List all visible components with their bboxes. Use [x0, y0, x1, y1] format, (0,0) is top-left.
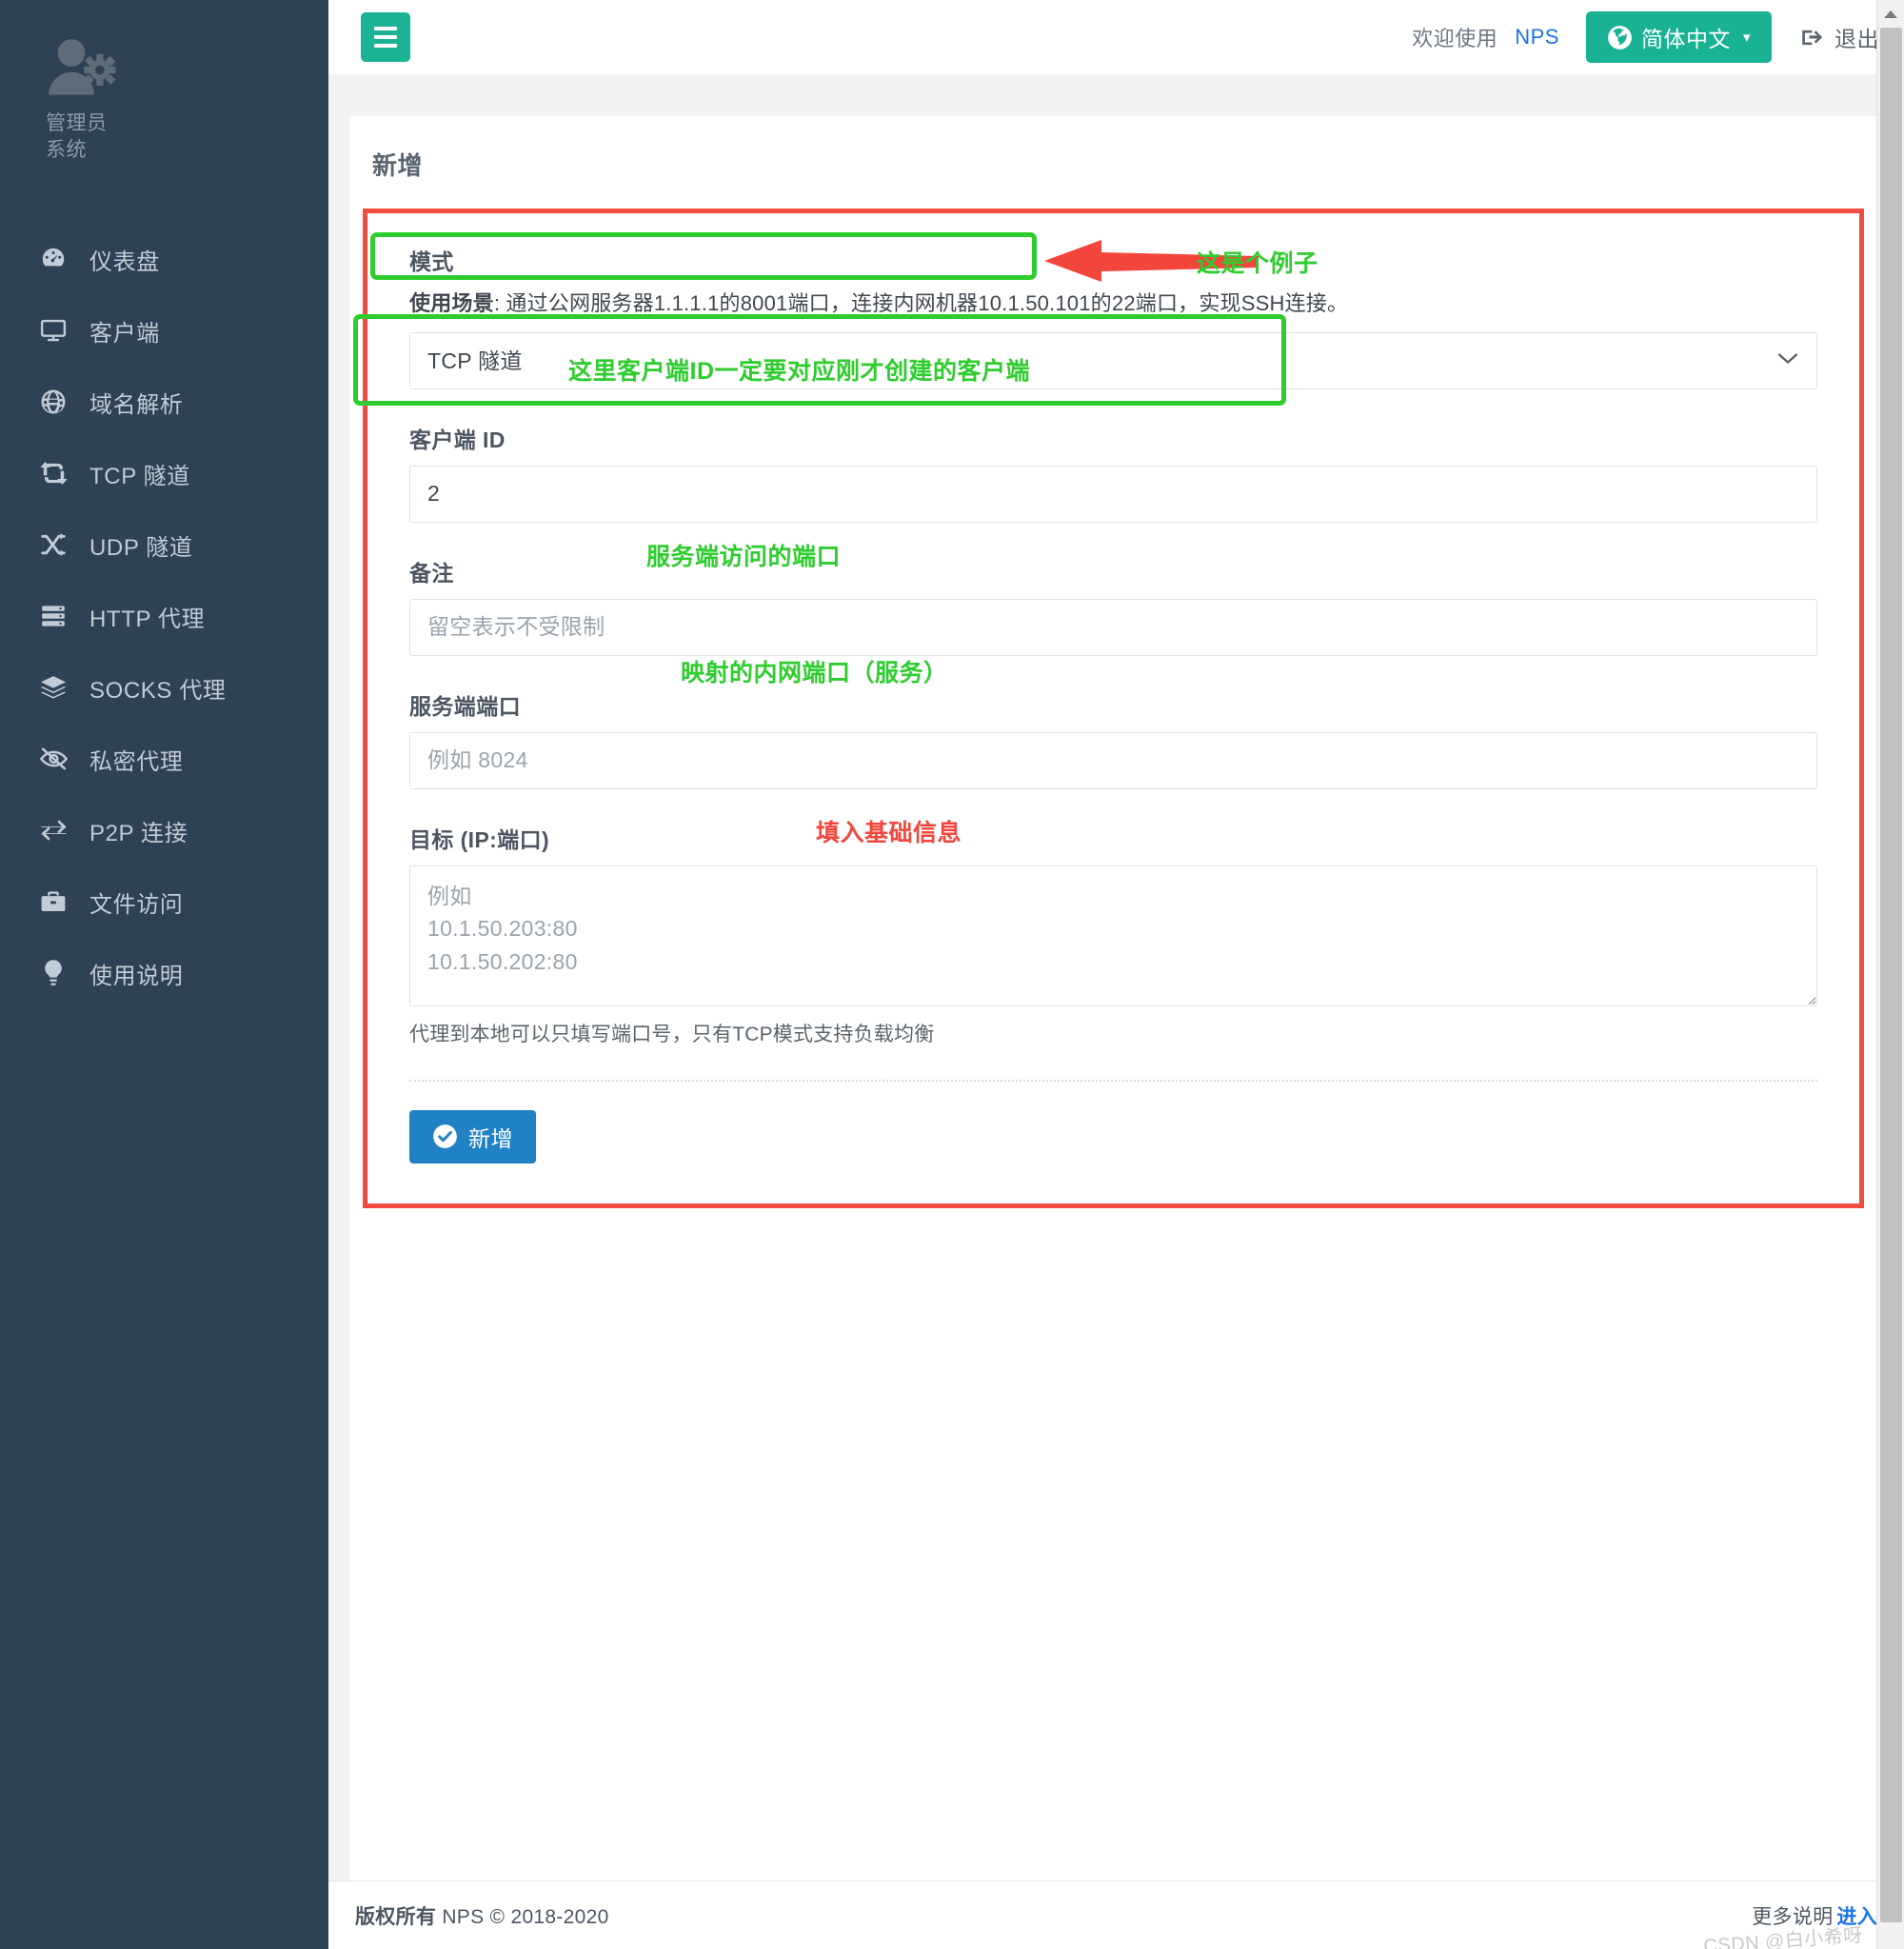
sidebar-item-label: 仪表盘: [89, 249, 160, 275]
client-id-input[interactable]: [409, 465, 1817, 523]
sidebar-item-socks-proxy[interactable]: SOCKS 代理: [0, 652, 328, 724]
footer: 版权所有 NPS © 2018-2020 更多说明 进入 CSDN @白小希呀: [328, 1880, 1904, 1949]
sidebar-item-http-proxy[interactable]: HTTP 代理: [0, 581, 328, 652]
sidebar-profile: 管理员 系统: [0, 17, 328, 174]
field-client-id: 客户端 ID: [409, 422, 1817, 523]
sidebar-nav: 仪表盘 客户端 域名解析 TCP 隧道 UDP 隧道 HTTP 代理 SOCKS…: [0, 224, 328, 1009]
annotation-target-note: 映射的内网端口（服务）: [681, 659, 948, 686]
footer-copyright: 版权所有 NPS © 2018-2020: [355, 1901, 609, 1930]
user-gear-icon: [46, 38, 328, 97]
sidebar: 管理员 系统 仪表盘 客户端 域名解析 TCP 隧道 UDP 隧道 HTTP 代…: [0, 0, 328, 1949]
sidebar-item-client[interactable]: 客户端: [0, 295, 328, 367]
browser-scrollbar[interactable]: [1876, 0, 1904, 1949]
annotation-client-id-note: 这里客户端ID一定要对应刚才创建的客户端: [568, 357, 1031, 385]
lightbulb-icon: [32, 959, 74, 987]
sidebar-item-label: 域名解析: [89, 391, 184, 418]
sidebar-item-domain[interactable]: 域名解析: [0, 367, 328, 438]
profile-sub: 系统: [46, 139, 87, 162]
sidebar-item-private-proxy[interactable]: 私密代理: [0, 724, 328, 795]
sign-out-icon: [1800, 26, 1826, 50]
language-label: 简体中文: [1640, 27, 1731, 51]
remark-input[interactable]: [409, 598, 1817, 656]
dashboard-icon: [32, 245, 74, 273]
sidebar-item-udp-tunnel[interactable]: UDP 隧道: [0, 509, 328, 581]
sidebar-item-file-access[interactable]: 文件访问: [0, 866, 328, 938]
content-area: 新增 模式 使用场景: 通过公网服务器1.1.1.1的8001端口，连接内网机器…: [328, 74, 1904, 1880]
logout-label: 退出: [1835, 27, 1879, 51]
exchange-arrows-icon: [32, 459, 74, 487]
form-divider: [409, 1079, 1817, 1082]
scenario-prefix: 使用场景: [409, 290, 494, 315]
app-root: 管理员 系统 仪表盘 客户端 域名解析 TCP 隧道 UDP 隧道 HTTP 代…: [0, 0, 1904, 1949]
copyright-prefix: 版权所有: [355, 1905, 437, 1928]
target-label: 目标 (IP:端口): [409, 826, 550, 852]
topbar-right-group: 欢迎使用 NPS 简体中文 ▾ 退出: [1412, 11, 1879, 63]
scrollbar-up-arrow[interactable]: [1877, 0, 1904, 28]
chevron-down-icon: ▾: [1742, 29, 1751, 46]
globe-icon: [1607, 25, 1633, 50]
field-target: 目标 (IP:端口) 代理到本地可以只填写端口号，只有TCP模式支持负载均衡: [409, 822, 1817, 1047]
server-port-label: 服务端端口: [409, 693, 521, 719]
profile-name: 管理员: [46, 112, 108, 134]
scrollbar-thumb[interactable]: [1880, 28, 1902, 1922]
monitor-icon: [32, 316, 74, 345]
main-region: 欢迎使用 NPS 简体中文 ▾ 退出 新增 模式 使用场景: 通过公网服务器1.…: [328, 0, 1904, 1949]
mode-label: 模式: [409, 249, 454, 274]
target-hint: 代理到本地可以只填写端口号，只有TCP模式支持负载均衡: [409, 1023, 935, 1045]
sidebar-item-p2p[interactable]: P2P 连接: [0, 795, 328, 866]
logout-button[interactable]: 退出: [1800, 21, 1879, 53]
annotation-server-port-note: 服务端访问的端口: [646, 543, 842, 570]
transfer-icon: [32, 816, 74, 845]
sidebar-item-label: 私密代理: [89, 748, 184, 775]
sidebar-item-label: P2P 连接: [89, 820, 188, 846]
scenario-body: : 通过公网服务器1.1.1.1的8001端口，连接内网机器10.1.50.10…: [493, 290, 1349, 315]
submit-label: 新增: [468, 1125, 513, 1151]
sidebar-item-label: 文件访问: [89, 891, 184, 918]
field-server-port: 服务端端口: [409, 688, 1817, 789]
server-port-input[interactable]: [409, 731, 1817, 789]
briefcase-icon: [32, 887, 74, 916]
annotation-example-note: 这是个例子: [1197, 249, 1319, 277]
form-card: 新增 模式 使用场景: 通过公网服务器1.1.1.1的8001端口，连接内网机器…: [349, 115, 1883, 1880]
layers-icon: [32, 673, 74, 702]
eye-slash-icon: [32, 745, 74, 773]
client-id-label: 客户端 ID: [409, 427, 506, 452]
field-remark: 备注: [409, 555, 1817, 656]
target-textarea[interactable]: [409, 865, 1817, 1006]
globe-icon: [32, 388, 74, 416]
brand-link[interactable]: NPS: [1515, 25, 1559, 50]
shuffle-icon: [32, 530, 74, 559]
mode-scenario-text: 使用场景: 通过公网服务器1.1.1.1的8001端口，连接内网机器10.1.5…: [409, 288, 1817, 319]
sidebar-item-instructions[interactable]: 使用说明: [0, 938, 328, 1009]
sidebar-item-label: UDP 隧道: [89, 534, 193, 561]
sidebar-item-label: SOCKS 代理: [89, 677, 227, 704]
server-icon: [32, 602, 74, 630]
sidebar-item-label: TCP 隧道: [89, 463, 190, 489]
check-circle-icon: [432, 1124, 458, 1149]
welcome-text: 欢迎使用: [1412, 27, 1498, 50]
remark-label: 备注: [409, 560, 454, 586]
submit-button[interactable]: 新增: [409, 1109, 536, 1163]
copyright-text: NPS © 2018-2020: [442, 1905, 609, 1928]
language-selector[interactable]: 简体中文 ▾: [1585, 11, 1772, 63]
sidebar-item-tcp-tunnel[interactable]: TCP 隧道: [0, 438, 328, 509]
sidebar-item-label: 客户端: [89, 320, 160, 347]
sidebar-item-label: 使用说明: [89, 963, 184, 989]
page-title: 新增: [372, 150, 424, 180]
topbar: 欢迎使用 NPS 简体中文 ▾ 退出: [328, 0, 1904, 74]
sidebar-item-label: HTTP 代理: [89, 606, 206, 632]
annotation-basic-info-note: 填入基础信息: [816, 819, 962, 846]
hamburger-icon[interactable]: [361, 12, 410, 62]
sidebar-item-dashboard[interactable]: 仪表盘: [0, 224, 328, 295]
